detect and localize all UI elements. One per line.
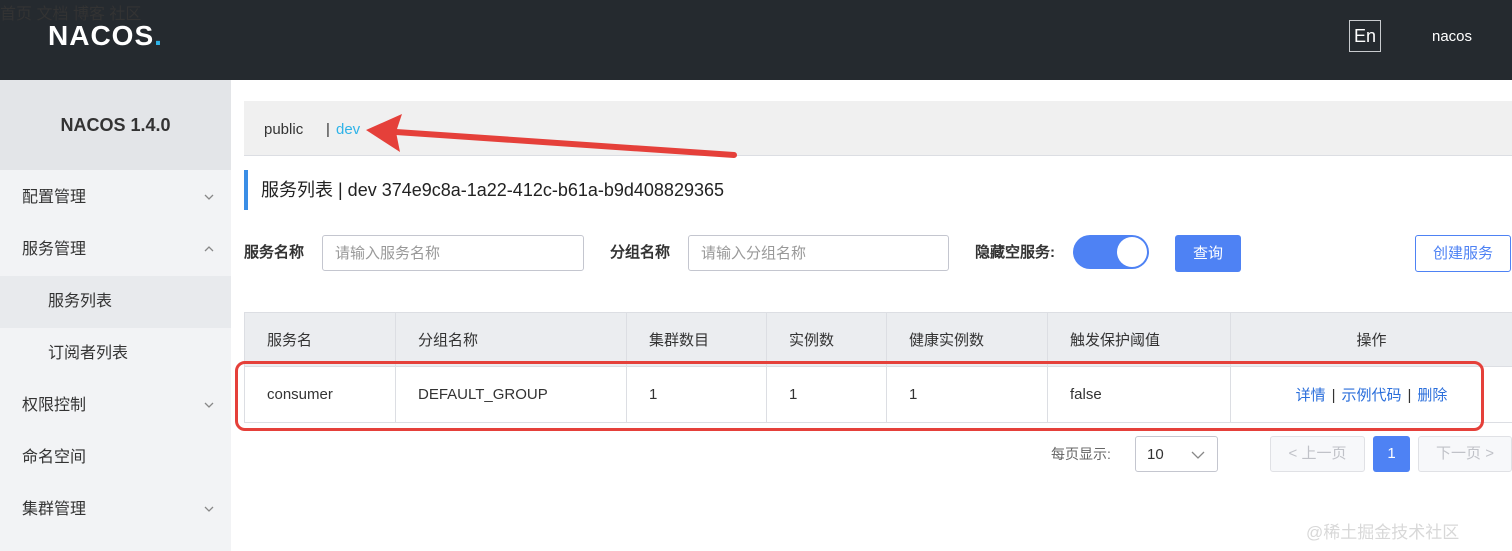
language-switch-button[interactable]: En	[1349, 20, 1381, 52]
annotation-arrow-icon	[366, 114, 737, 158]
sidebar-item-label: 服务列表	[48, 293, 113, 310]
sidebar-item-label: 服务管理	[22, 241, 87, 258]
page-number-1[interactable]: 1	[1373, 436, 1410, 472]
sidebar-item-label: 订阅者列表	[48, 345, 129, 362]
namespace-dev-link[interactable]: dev	[336, 121, 360, 139]
table-header-row: 服务名 分组名称 集群数目 实例数 健康实例数 触发保护阈值 操作	[244, 312, 1512, 367]
sidebar-item-label: 配置管理	[22, 189, 87, 206]
cell-cluster-count: 1	[626, 366, 767, 423]
column-header-protect-threshold: 触发保护阈值	[1047, 312, 1231, 367]
top-header: NACOS. 首页 文档 博客 社区 En nacos	[0, 0, 1512, 80]
watermark: @稀土掘金技术社区	[1306, 523, 1460, 542]
chevron-down-icon	[204, 506, 214, 512]
cell-group-name: DEFAULT_GROUP	[395, 366, 627, 423]
hide-empty-services-label: 隐藏空服务:	[975, 244, 1055, 261]
sidebar: NACOS 1.4.0 配置管理 服务管理 服务列表 订阅者列表 权限控制 命名…	[0, 80, 231, 551]
namespace-public-link[interactable]: public	[264, 121, 303, 139]
op-separator: |	[1331, 387, 1336, 404]
column-header-healthy-instance-count: 健康实例数	[886, 312, 1048, 367]
column-header-instance-count: 实例数	[766, 312, 887, 367]
query-button[interactable]: 查询	[1175, 235, 1241, 272]
sidebar-item-subscriber-list[interactable]: 订阅者列表	[0, 328, 231, 380]
page-size-select[interactable]: 10	[1135, 436, 1218, 472]
op-separator: |	[1407, 387, 1412, 404]
sidebar-item-cluster-management[interactable]: 集群管理	[0, 484, 231, 536]
cell-protect-threshold: false	[1047, 366, 1231, 423]
sidebar-item-namespace[interactable]: 命名空间	[0, 432, 231, 484]
group-name-label: 分组名称	[610, 244, 671, 261]
column-header-cluster-count: 集群数目	[626, 312, 767, 367]
column-header-operations: 操作	[1230, 312, 1512, 367]
sidebar-item-label: 命名空间	[22, 449, 87, 466]
sidebar-item-service-management[interactable]: 服务管理	[0, 224, 231, 276]
group-name-input[interactable]	[688, 235, 949, 271]
prev-page-button[interactable]: < 上一页	[1270, 436, 1365, 472]
sidebar-item-label: 权限控制	[22, 397, 87, 414]
column-header-service-name: 服务名	[244, 312, 396, 367]
service-name-input[interactable]	[322, 235, 584, 271]
chevron-up-icon	[204, 246, 214, 252]
nacos-logo[interactable]: NACOS.	[48, 20, 163, 52]
toggle-knob	[1117, 237, 1147, 267]
sidebar-item-service-list[interactable]: 服务列表	[0, 276, 231, 328]
sidebar-item-label: 集群管理	[22, 501, 87, 518]
sample-code-link[interactable]: 示例代码	[1341, 387, 1401, 404]
cell-operations: 详情 | 示例代码 | 删除	[1230, 366, 1512, 423]
chevron-down-icon	[1191, 451, 1205, 459]
service-name-label: 服务名称	[244, 244, 305, 261]
create-service-button[interactable]: 创建服务	[1415, 235, 1511, 272]
hide-empty-services-toggle[interactable]	[1073, 235, 1149, 269]
page-size-value: 10	[1147, 446, 1164, 463]
cell-healthy-instance-count: 1	[886, 366, 1048, 423]
column-header-group-name: 分组名称	[395, 312, 627, 367]
nav-home-link[interactable]: 首页	[0, 6, 32, 23]
details-link[interactable]: 详情	[1296, 387, 1326, 404]
chevron-down-icon	[204, 402, 214, 408]
service-table: 服务名 分组名称 集群数目 实例数 健康实例数 触发保护阈值 操作 consum…	[244, 312, 1512, 423]
next-page-button[interactable]: 下一页 >	[1418, 436, 1512, 472]
sidebar-item-config-management[interactable]: 配置管理	[0, 172, 231, 224]
chevron-down-icon	[204, 194, 214, 200]
page-title: 服务列表 | dev 374e9c8a-1a22-412c-b61a-b9d40…	[244, 170, 724, 210]
cell-instance-count: 1	[766, 366, 887, 423]
namespace-separator: |	[326, 121, 330, 138]
delete-link[interactable]: 删除	[1417, 387, 1447, 404]
page-size-label: 每页显示:	[1051, 446, 1111, 462]
table-row: consumer DEFAULT_GROUP 1 1 1 false 详情 | 示例…	[244, 366, 1512, 423]
sidebar-item-access-control[interactable]: 权限控制	[0, 380, 231, 432]
user-name[interactable]: nacos	[1432, 28, 1472, 46]
cell-service-name: consumer	[244, 366, 396, 423]
sidebar-title: NACOS 1.4.0	[0, 80, 231, 170]
